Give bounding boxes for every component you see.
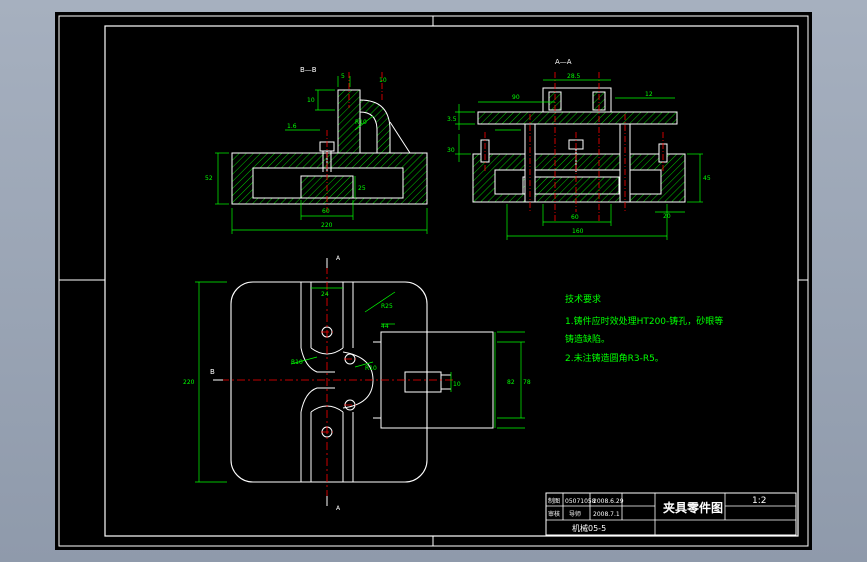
title-block: 制图 05071058 2008.6.29 审核 导师 2008.7.1 夹具零… bbox=[545, 492, 797, 536]
title-date-2: 2008.7.1 bbox=[593, 511, 620, 518]
dim-bb-1-6: 1.6 bbox=[287, 123, 297, 130]
section-aa-label: A—A bbox=[555, 58, 572, 66]
dim-aa-60: 60 bbox=[571, 214, 579, 221]
cad-viewport: B—B 220 60 52 25 5 10 R10 1.6 10 A—A 160… bbox=[0, 0, 867, 562]
title-reviewer-name: 导师 bbox=[569, 510, 581, 518]
dim-plan-82: 82 bbox=[507, 379, 515, 386]
dim-plan-24: 24 bbox=[321, 291, 329, 298]
dim-bb-r10: R10 bbox=[355, 119, 367, 126]
dim-aa-12: 12 bbox=[645, 91, 653, 98]
title-date-1: 2008.6.29 bbox=[593, 498, 624, 505]
dim-aa-30: 30 bbox=[447, 147, 455, 154]
section-marker-b: B bbox=[210, 368, 215, 376]
dim-bb-52: 52 bbox=[205, 175, 213, 182]
dim-aa-90: 90 bbox=[512, 94, 520, 101]
dim-bb-5: 5 bbox=[341, 73, 345, 80]
dim-plan-r25: R25 bbox=[381, 303, 393, 310]
dim-bb-25: 25 bbox=[358, 185, 366, 192]
notes-line-1: 1.铸件应时效处理HT200-铸孔，砂眼等 bbox=[565, 315, 723, 327]
inner-frame bbox=[104, 25, 799, 537]
frame-tick-marks bbox=[59, 16, 808, 546]
section-marker-a-top: A bbox=[336, 255, 341, 262]
dim-bb-slot: 10 bbox=[379, 77, 387, 84]
dim-plan-220: 220 bbox=[183, 379, 195, 386]
notes-heading: 技术要求 bbox=[565, 293, 601, 305]
title-reviewer-label: 审核 bbox=[548, 510, 560, 518]
notes-line-2: 铸造缺陷。 bbox=[565, 333, 610, 345]
dim-bb-220: 220 bbox=[321, 222, 333, 229]
drawing-sheet: B—B 220 60 52 25 5 10 R10 1.6 10 A—A 160… bbox=[55, 12, 812, 550]
dim-plan-78: 78 bbox=[523, 379, 531, 386]
dim-aa-160: 160 bbox=[572, 228, 584, 235]
dim-bb-10: 10 bbox=[307, 97, 315, 104]
outer-frame bbox=[58, 15, 809, 547]
dim-aa-28-5: 28.5 bbox=[567, 73, 581, 80]
dim-plan-r10-b: R10 bbox=[365, 365, 377, 372]
technical-notes: 技术要求 1.铸件应时效处理HT200-铸孔，砂眼等 铸造缺陷。 2.未注铸造圆… bbox=[565, 293, 723, 364]
dim-bb-60: 60 bbox=[322, 208, 330, 215]
dim-aa-45: 45 bbox=[703, 175, 711, 182]
title-designer-label: 制图 bbox=[548, 497, 560, 505]
notes-line-3: 2.未注铸造圆角R3-R5。 bbox=[565, 352, 664, 364]
section-aa-view: A—A 160 60 28.5 90 3.5 30 45 12 20 bbox=[447, 58, 711, 240]
dim-plan-10: 10 bbox=[453, 381, 461, 388]
section-bb-view: B—B 220 60 52 25 5 10 R10 1.6 10 bbox=[205, 66, 428, 234]
section-bb-label: B—B bbox=[300, 66, 317, 74]
dim-aa-20: 20 bbox=[663, 213, 671, 220]
title-student-no: 05071058 bbox=[565, 498, 596, 505]
drawing-scale: 1:2 bbox=[752, 496, 766, 506]
drawing-canvas: B—B 220 60 52 25 5 10 R10 1.6 10 A—A 160… bbox=[58, 15, 809, 547]
plan-view: A A B 220 24 78 82 44 R25 R10 R10 10 bbox=[183, 255, 531, 512]
dim-plan-44: 44 bbox=[381, 323, 389, 330]
dim-aa-3-5: 3.5 bbox=[447, 116, 457, 123]
dim-plan-r10-a: R10 bbox=[291, 359, 303, 366]
drawing-course: 机械05-5 bbox=[572, 523, 606, 533]
drawing-title: 夹具零件图 bbox=[663, 500, 723, 515]
section-marker-a-bottom: A bbox=[336, 505, 341, 512]
